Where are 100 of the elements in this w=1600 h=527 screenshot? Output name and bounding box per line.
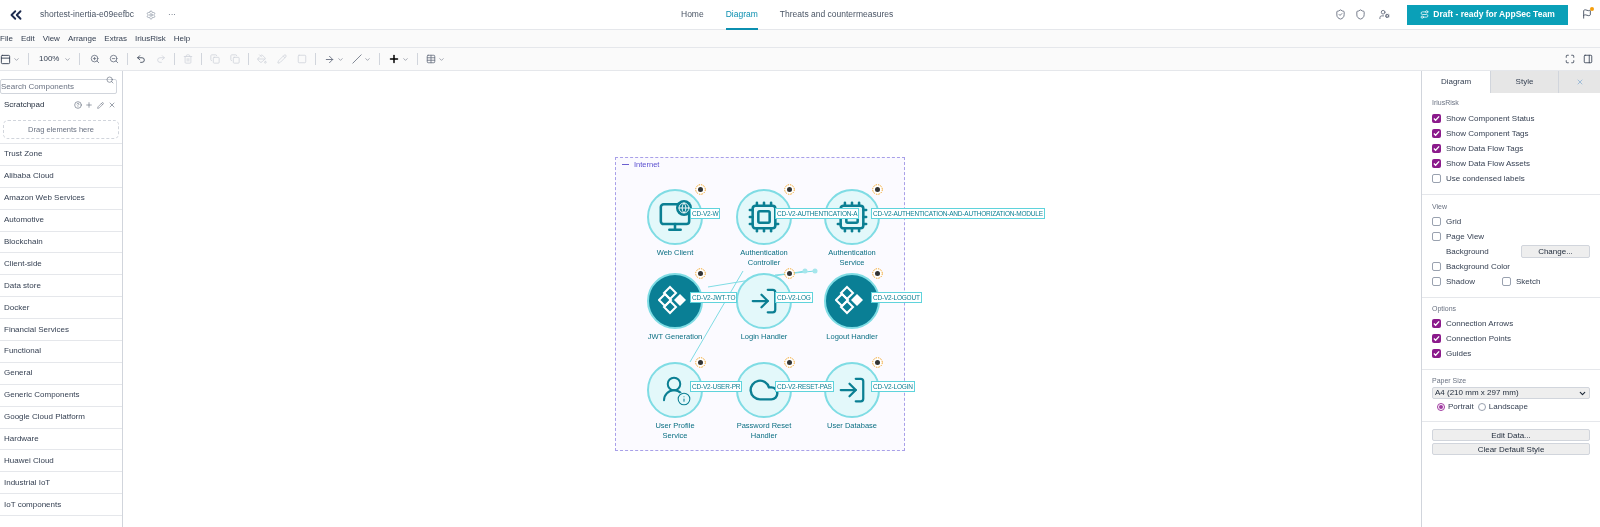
undo-icon[interactable]: [136, 54, 147, 64]
category-item[interactable]: Generic Components: [0, 384, 122, 407]
panel-button[interactable]: Clear Default Style: [1432, 443, 1590, 455]
fullscreen-icon[interactable]: [1565, 54, 1575, 64]
status-badge-icon: [872, 184, 883, 195]
status-badge-icon: [695, 357, 706, 368]
category-item[interactable]: Amazon Web Services: [0, 187, 122, 210]
flag-button[interactable]: [1582, 8, 1594, 21]
connector-line[interactable]: [774, 270, 816, 276]
add-icon[interactable]: [85, 101, 93, 109]
menu-item[interactable]: IriusRisk: [135, 32, 166, 45]
menu-item[interactable]: Extras: [104, 32, 128, 45]
checkbox[interactable]: [1432, 232, 1441, 241]
status-badge-icon: [695, 184, 706, 195]
panel-button[interactable]: Edit Data...: [1432, 429, 1590, 441]
category-item[interactable]: Trust Zone: [0, 144, 122, 166]
route-icon: [1420, 10, 1430, 19]
checkbox-label: Show Component Status: [1446, 112, 1535, 125]
category-item[interactable]: Industrial IoT: [0, 472, 122, 495]
search-field[interactable]: Search Components: [0, 79, 117, 94]
project-title: shortest-inertia-e09eefbc: [40, 8, 135, 21]
status-badge-icon: [784, 357, 795, 368]
waypoints-icon[interactable]: [352, 54, 363, 64]
check-icon: [1433, 160, 1440, 167]
layout-icon[interactable]: [0, 53, 11, 65]
checkbox[interactable]: [1432, 217, 1441, 226]
category-item[interactable]: Alibaba Cloud: [0, 165, 122, 188]
paper-size-select[interactable]: A4 (210 mm x 297 mm): [1432, 387, 1590, 399]
checkbox-label: Background Color: [1446, 260, 1511, 273]
menu-item[interactable]: File: [0, 32, 13, 45]
nav-tab[interactable]: Home: [681, 0, 704, 30]
category-item[interactable]: Google Cloud Platform: [0, 406, 122, 429]
checkbox[interactable]: [1432, 262, 1441, 271]
radio-label: Landscape: [1488, 401, 1528, 413]
door-icon: [837, 375, 867, 405]
category-item[interactable]: Hardware: [0, 428, 122, 451]
nav-tab[interactable]: Threats and countermeasures: [779, 0, 894, 30]
menu-item[interactable]: Help: [173, 32, 191, 45]
menu-item[interactable]: Arrange: [67, 32, 97, 45]
user-settings-icon[interactable]: [1379, 9, 1390, 20]
menu-item[interactable]: Edit: [20, 32, 35, 45]
menu-item[interactable]: View: [42, 32, 60, 45]
line-color-icon[interactable]: [277, 54, 288, 64]
caret-icon[interactable]: [13, 55, 20, 63]
help-icon[interactable]: [74, 101, 82, 109]
zoom-in-icon[interactable]: [90, 54, 101, 64]
search-icon: [106, 75, 114, 84]
status-badge-icon: [784, 268, 795, 279]
checkbox[interactable]: [1432, 174, 1441, 183]
check-icon: [1433, 350, 1440, 357]
checkbox-label: Use condensed labels: [1446, 172, 1525, 185]
monitor-globe-icon: [658, 200, 692, 234]
radio-button[interactable]: [1437, 403, 1445, 411]
caret-icon[interactable]: [337, 55, 345, 63]
category-item[interactable]: Docker: [0, 297, 122, 320]
close-icon[interactable]: [108, 101, 116, 109]
checkbox-label: Connection Points: [1446, 332, 1511, 345]
category-item[interactable]: General: [0, 362, 122, 385]
category-item[interactable]: Client-side: [0, 253, 122, 276]
connection-icon[interactable]: [324, 53, 336, 65]
caret-icon[interactable]: [402, 55, 410, 63]
check-icon: [1433, 130, 1440, 137]
format-panel-icon[interactable]: [1583, 54, 1593, 64]
table-icon[interactable]: [426, 54, 437, 64]
status-badge-icon: [784, 184, 795, 195]
category-item[interactable]: Data store: [0, 275, 122, 298]
insert-icon[interactable]: [388, 53, 401, 65]
checkbox-label: Show Data Flow Assets: [1446, 157, 1531, 170]
settings-icon[interactable]: [146, 9, 157, 20]
panel-tab[interactable]: Style: [1490, 71, 1558, 93]
more-button[interactable]: ···: [168, 8, 177, 21]
check-icon: [1433, 335, 1440, 342]
status-badge-icon: [872, 357, 883, 368]
shield-icon[interactable]: [1355, 9, 1366, 20]
zoom-out-icon[interactable]: [109, 54, 120, 64]
shield-icon[interactable]: [1335, 9, 1346, 20]
status-badge-icon: [695, 268, 706, 279]
background-label: Background: [1446, 245, 1489, 258]
door-icon: [749, 286, 779, 316]
category-item[interactable]: Blockchain: [0, 231, 122, 254]
check-icon: [1433, 145, 1440, 152]
category-item[interactable]: Functional: [0, 341, 122, 363]
check-icon: [1433, 115, 1440, 122]
category-item[interactable]: Financial Services: [0, 319, 122, 341]
caret-icon[interactable]: [64, 55, 72, 63]
change-button[interactable]: Change...: [1521, 245, 1590, 258]
checkbox-label: Sketch: [1515, 275, 1541, 288]
checkbox-label: Show Component Tags: [1446, 127, 1529, 140]
category-item[interactable]: Huawei Cloud: [0, 450, 122, 473]
category-item[interactable]: Automotive: [0, 209, 122, 232]
fill-color-icon[interactable]: [257, 54, 268, 64]
zoom-level[interactable]: 100%: [39, 53, 60, 65]
checkbox[interactable]: [1501, 277, 1511, 286]
category-item[interactable]: IoT components: [0, 494, 122, 517]
scratchpad-title: Scratchpad: [4, 99, 45, 111]
caret-icon[interactable]: [438, 55, 446, 63]
edit-icon[interactable]: [97, 101, 104, 109]
checkbox-label: Page View: [1446, 230, 1485, 243]
checkbox[interactable]: [1432, 277, 1441, 286]
caret-icon[interactable]: [364, 55, 372, 63]
